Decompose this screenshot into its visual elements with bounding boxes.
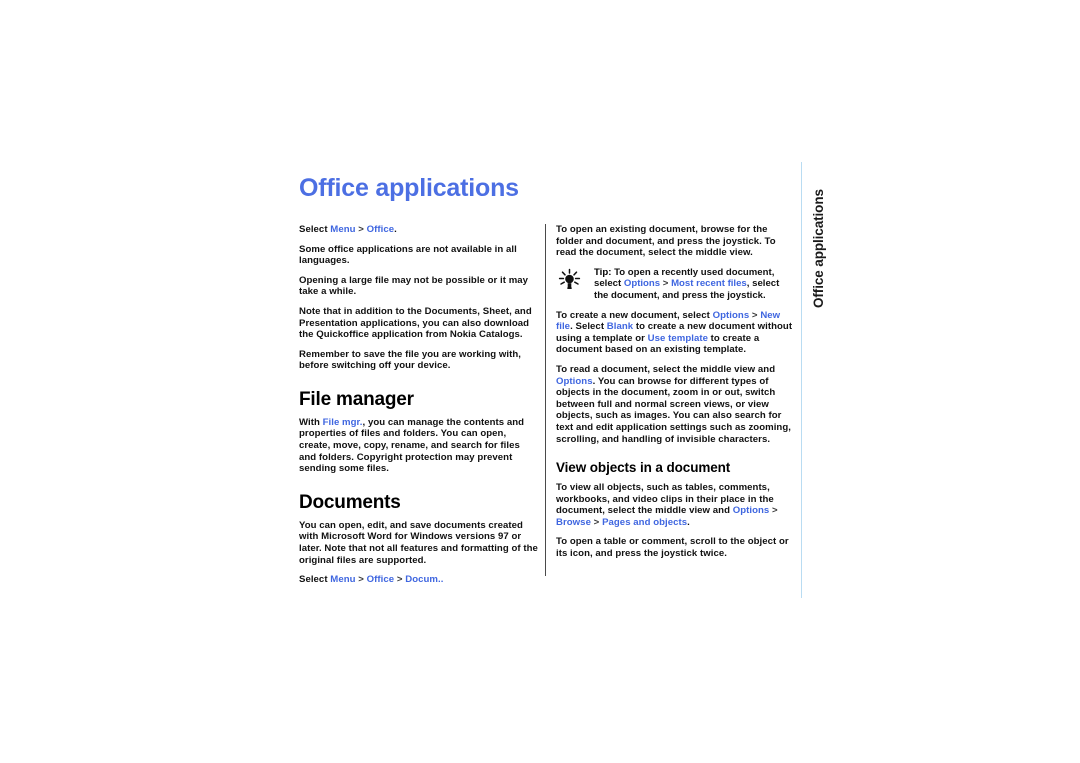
para-view-all-objects: To view all objects, such as tables, com…	[556, 482, 796, 528]
side-tab: Office applications	[811, 178, 832, 308]
link-menu-2[interactable]: Menu	[330, 574, 355, 585]
link-options-new[interactable]: Options	[713, 310, 750, 321]
para-read-document: To read a document, select the middle vi…	[556, 364, 796, 445]
left-column: Select Menu > Office. Some office applic…	[299, 224, 539, 586]
separator-gt-browse-1: >	[769, 505, 778, 517]
tip-label: Tip:	[594, 266, 612, 278]
link-options-tip[interactable]: Options	[624, 278, 660, 289]
link-options-read[interactable]: Options	[556, 376, 593, 387]
read-doc-p1: To read a document, select the middle vi…	[556, 363, 776, 375]
file-manager-prefix: With	[299, 416, 323, 428]
view-objects-p2: .	[687, 516, 690, 528]
link-options-browse[interactable]: Options	[733, 505, 770, 516]
link-file-mgr[interactable]: File mgr.	[323, 417, 363, 428]
para-languages: Some office applications are not availab…	[299, 243, 517, 267]
link-office[interactable]: Office	[367, 224, 395, 235]
link-browse[interactable]: Browse	[556, 517, 591, 528]
select-menu-office-line: Select Menu > Office.	[299, 224, 539, 236]
para-open-existing: To open an existing document, browse for…	[556, 224, 776, 259]
page-title: Office applications	[299, 174, 519, 202]
separator-gt-browse-2: >	[590, 516, 603, 528]
heading-view-objects: View objects in a document	[556, 460, 731, 476]
separator-gt-tip: >	[660, 278, 672, 290]
link-most-recent-files[interactable]: Most recent files	[671, 278, 747, 289]
para-open-table-comment: To open a table or comment, scroll to th…	[556, 536, 789, 559]
create-new-p1: To create a new document, select	[556, 309, 713, 321]
heading-file-manager: File manager	[299, 388, 414, 410]
link-menu[interactable]: Menu	[330, 224, 355, 235]
para-file-manager: With File mgr., you can manage the conte…	[299, 417, 539, 475]
para-create-new-document: To create a new document, select Options…	[556, 310, 796, 356]
tip-block: Tip: To open a recently used document, s…	[556, 267, 796, 302]
para-large-file: Opening a large file may not be possible…	[299, 274, 529, 298]
para-quickoffice: Note that in addition to the Documents, …	[299, 305, 532, 341]
right-column: To open an existing document, browse for…	[556, 224, 796, 560]
select-menu-office-docum-line: Select Menu > Office > Docum..	[299, 574, 539, 586]
link-pages-and-objects[interactable]: Pages and objects	[602, 517, 687, 528]
para-remember-save: Remember to save the file you are workin…	[299, 348, 521, 372]
separator-gt-2: >	[355, 574, 367, 586]
lightbulb-tip-icon	[556, 267, 584, 295]
page-edge-rule	[801, 162, 802, 598]
create-new-p2: . Select	[570, 321, 607, 333]
column-divider	[545, 224, 546, 576]
heading-documents: Documents	[299, 491, 401, 513]
side-tab-label: Office applications	[811, 189, 826, 308]
separator-gt-3: >	[394, 574, 406, 586]
separator-gt: >	[355, 224, 367, 235]
select-prefix-2: Select	[299, 574, 331, 586]
link-docum[interactable]: Docum..	[405, 574, 443, 585]
link-office-2[interactable]: Office	[367, 574, 395, 585]
para-documents-intro: You can open, edit, and save documents c…	[299, 519, 538, 566]
document-page: Office applications Office applications …	[0, 0, 1080, 763]
link-use-template[interactable]: Use template	[648, 333, 708, 344]
select-prefix: Select	[299, 224, 331, 235]
select-suffix: .	[394, 224, 397, 235]
link-blank[interactable]: Blank	[607, 321, 633, 332]
separator-gt-new: >	[749, 309, 761, 321]
